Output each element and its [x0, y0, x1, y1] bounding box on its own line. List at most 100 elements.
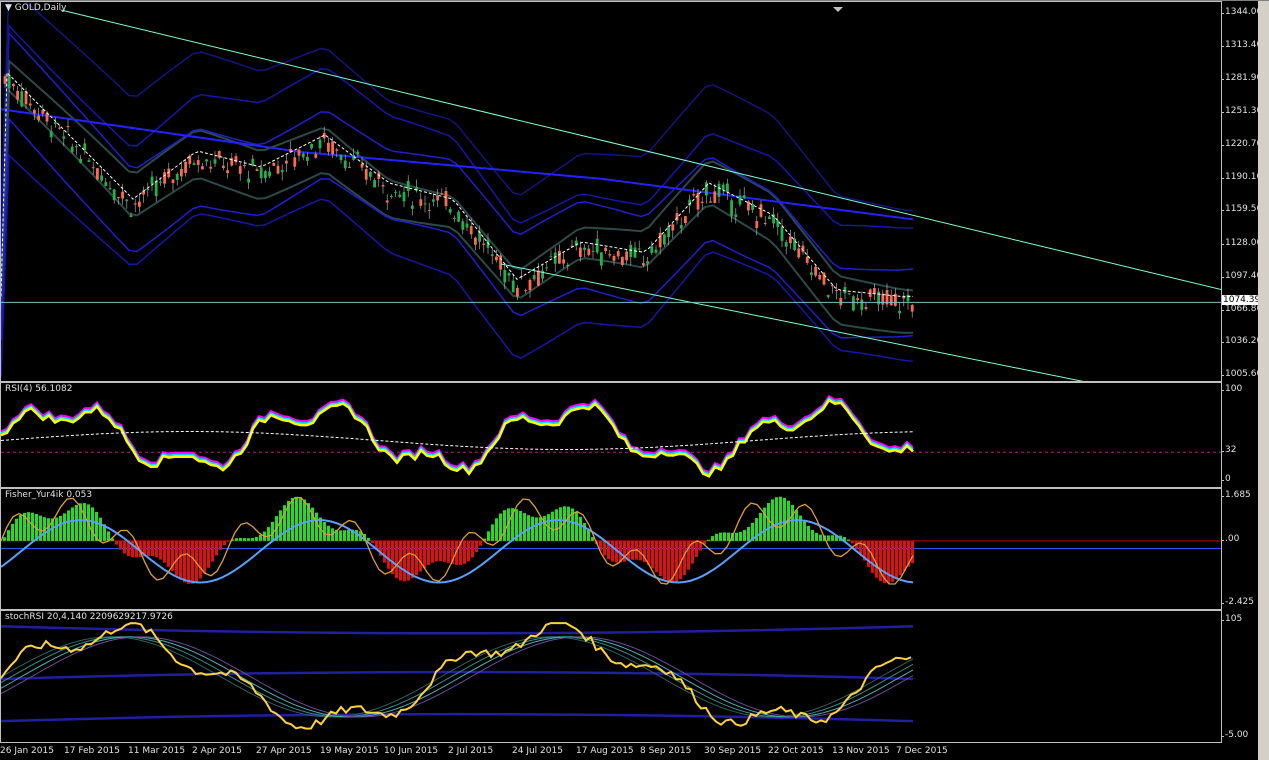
- candle-body: [247, 178, 250, 183]
- fisher-histogram-bar: [83, 503, 86, 541]
- candle-body: [310, 143, 313, 149]
- fisher-histogram-bar: [523, 513, 526, 541]
- candle-body: [154, 180, 158, 197]
- fisher-histogram-bar: [427, 540, 430, 566]
- fisher-histogram-bar: [267, 527, 270, 541]
- fisher-histogram-bar: [235, 538, 238, 541]
- fisher-histogram-bar: [739, 531, 742, 541]
- candle-body: [784, 242, 788, 247]
- fisher-histogram-bar: [387, 540, 390, 569]
- fisher-histogram-bar: [539, 517, 542, 541]
- candle-body: [692, 194, 696, 196]
- price-tick: 1344.00: [1220, 7, 1263, 17]
- date-label: 26 Jan 2015: [0, 746, 54, 756]
- candle-body: [549, 256, 553, 258]
- candle-body: [663, 234, 666, 245]
- candle-body: [524, 290, 528, 292]
- candle-body: [709, 201, 712, 203]
- fisher-histogram-bar: [55, 517, 58, 541]
- date-label: 30 Sep 2015: [704, 746, 762, 756]
- candle-body: [566, 264, 570, 266]
- candle-body: [402, 192, 406, 202]
- candle-body: [600, 252, 603, 266]
- rsi-panel[interactable]: RSI(4) 56.1082: [0, 382, 1222, 488]
- fisher-histogram-bar: [383, 540, 386, 563]
- stochrsi-panel[interactable]: stochRSI 20,4,140 2209629217.9726: [0, 610, 1222, 743]
- candle-body: [507, 273, 511, 276]
- fisher-histogram-bar: [91, 507, 94, 541]
- fisher-histogram-bar: [579, 516, 582, 541]
- candle-body: [516, 287, 519, 297]
- fisher-histogram-bar: [655, 540, 658, 573]
- fisher-histogram-bar: [791, 504, 794, 541]
- candle-body: [369, 171, 372, 177]
- fisher-histogram-bar: [475, 540, 478, 553]
- candle-body: [70, 146, 74, 152]
- candle-body: [738, 195, 742, 205]
- fisher-histogram-bar: [551, 511, 554, 541]
- rsi-tick: 100: [1220, 384, 1243, 394]
- vertical-scrollbar[interactable]: [1258, 1, 1269, 760]
- fisher-histogram-bar: [895, 540, 898, 579]
- candle-body: [860, 299, 864, 310]
- rsi-signal-line: [1, 431, 914, 450]
- fisher-histogram-bar: [531, 516, 534, 541]
- fisher-panel[interactable]: Fisher_Yur4ik 0.053: [0, 488, 1222, 610]
- fisher-histogram-bar: [779, 496, 782, 541]
- fisher-histogram-bar: [795, 509, 798, 541]
- candle-body: [432, 199, 435, 202]
- stochrsi-smooth-line: [1, 636, 914, 718]
- fisher-histogram-bar: [295, 496, 298, 541]
- fisher-histogram-bar: [747, 527, 750, 541]
- fisher-histogram-bar: [887, 540, 890, 584]
- candle-body: [679, 224, 683, 229]
- candle-body: [835, 290, 838, 292]
- candle-body: [125, 199, 129, 202]
- candle-body: [726, 183, 729, 193]
- fisher-histogram-bar: [239, 537, 242, 541]
- candle-body: [511, 280, 515, 293]
- candle-body: [104, 182, 108, 186]
- candle-body: [898, 310, 901, 314]
- price-tick: 1251.30: [1220, 106, 1263, 117]
- candle-body: [474, 237, 477, 245]
- candle-body: [616, 251, 620, 257]
- fisher-histogram-bar: [603, 540, 606, 556]
- candle-body: [558, 250, 561, 264]
- fisher-histogram-bar: [911, 540, 914, 564]
- candle-body: [503, 269, 507, 283]
- candle-body: [646, 261, 649, 264]
- candle-body: [276, 165, 280, 174]
- candle-body: [411, 205, 414, 209]
- rsi-line: [1, 398, 914, 478]
- fisher-histogram-bar: [299, 497, 302, 541]
- fisher-histogram-bar: [899, 540, 902, 576]
- stochrsi-title: stochRSI 20,4,140 2209629217.9726: [5, 612, 173, 622]
- fisher-histogram-bar: [711, 536, 714, 541]
- fisher-histogram-bar: [259, 534, 262, 541]
- envelope-band: [1, 88, 914, 334]
- fisher-histogram-bar: [903, 540, 906, 571]
- candle-body: [180, 168, 183, 177]
- candle-body: [591, 250, 595, 252]
- candle-body: [33, 109, 36, 114]
- fisher-histogram-bar: [771, 499, 774, 541]
- candle-body: [108, 188, 112, 190]
- candle-body: [902, 296, 906, 299]
- price-tick: 1036.20: [1220, 336, 1263, 347]
- fisher-histogram-bar: [463, 540, 466, 564]
- candle-body: [91, 167, 95, 169]
- fisher-histogram-bar: [179, 540, 182, 580]
- fisher-histogram-bar: [611, 540, 614, 562]
- chart-window[interactable]: ▼ GOLD,Daily 1344.00 1313.40 1281.90 1251.3…: [0, 0, 1269, 760]
- candle-body: [385, 200, 389, 203]
- candle-body: [671, 224, 675, 231]
- candle-body: [58, 127, 61, 129]
- fisher-histogram-bar: [575, 511, 578, 541]
- price-panel[interactable]: ▼ GOLD,Daily: [0, 1, 1222, 382]
- dropdown-arrow-icon[interactable]: ▼: [5, 3, 12, 13]
- fisher-tick: .00: [1220, 533, 1240, 544]
- candle-body: [12, 83, 15, 87]
- fisher-histogram-bar: [115, 540, 118, 545]
- candle-body: [457, 211, 460, 222]
